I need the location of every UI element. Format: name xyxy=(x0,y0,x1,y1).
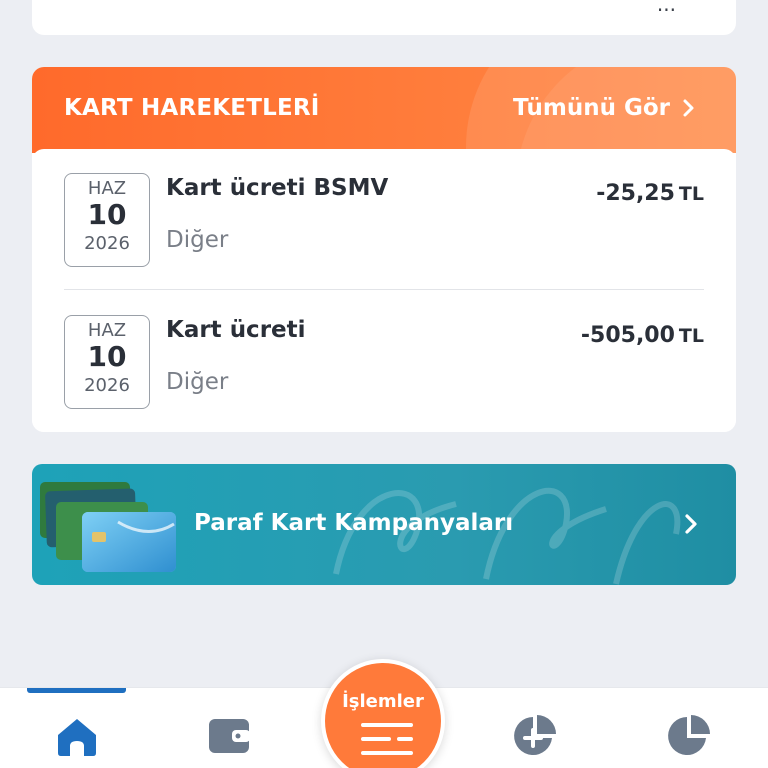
amount-currency: TL xyxy=(678,325,704,347)
transaction-name: Kart ücreti xyxy=(166,317,306,343)
transaction-category: Diğer xyxy=(166,227,229,253)
active-tab-indicator xyxy=(27,688,126,693)
transaction-amount: -25,25 TL xyxy=(596,181,704,206)
transaction-row[interactable]: HAZ 10 2026 Kart ücreti BSMV Diğer -25,2… xyxy=(64,171,704,291)
promo-title: Paraf Kart Kampanyaları xyxy=(194,510,514,536)
pie-chart-icon[interactable] xyxy=(666,713,712,759)
amount-currency: TL xyxy=(678,183,704,205)
islemler-icon xyxy=(361,723,413,755)
transaction-name: Kart ücreti BSMV xyxy=(166,175,389,201)
transactions-list: HAZ 10 2026 Kart ücreti BSMV Diğer -25,2… xyxy=(32,149,736,432)
section-title: KART HAREKETLERİ xyxy=(64,95,320,121)
date-badge: HAZ 10 2026 xyxy=(64,173,150,267)
date-day: 10 xyxy=(87,198,127,231)
card-transactions-panel: KART HAREKETLERİ Tümünü Gör HAZ 10 2026 … xyxy=(32,67,736,432)
date-month: HAZ xyxy=(87,320,127,341)
islemler-button[interactable]: İşlemler xyxy=(321,659,445,768)
chevron-right-icon xyxy=(685,514,697,534)
transaction-row[interactable]: HAZ 10 2026 Kart ücreti Diğer -505,00 TL xyxy=(64,313,704,432)
credit-cards-image xyxy=(40,482,176,572)
transaction-amount: -505,00 TL xyxy=(581,323,704,348)
date-badge: HAZ 10 2026 xyxy=(64,315,150,409)
see-all-label: Tümünü Gör xyxy=(513,95,670,121)
see-all-button[interactable]: Tümünü Gör xyxy=(513,95,696,121)
amount-value: -25,25 xyxy=(596,181,675,206)
chevron-right-icon xyxy=(683,99,694,117)
date-day: 10 xyxy=(87,340,127,373)
pie-plus-icon[interactable] xyxy=(512,713,558,759)
date-year: 2026 xyxy=(84,375,130,396)
top-card-cut-text: ... xyxy=(656,0,676,16)
wallet-icon[interactable] xyxy=(206,713,252,759)
row-divider xyxy=(64,289,704,290)
date-year: 2026 xyxy=(84,233,130,254)
paraf-campaigns-banner[interactable]: Paraf Kart Kampanyaları xyxy=(32,464,736,585)
transaction-category: Diğer xyxy=(166,369,229,395)
card-transactions-header: KART HAREKETLERİ Tümünü Gör xyxy=(32,67,736,153)
top-card-partial: ... xyxy=(32,0,736,35)
islemler-label: İşlemler xyxy=(342,691,424,712)
date-month: HAZ xyxy=(87,178,127,199)
home-icon[interactable] xyxy=(54,713,100,759)
amount-value: -505,00 xyxy=(580,323,675,348)
